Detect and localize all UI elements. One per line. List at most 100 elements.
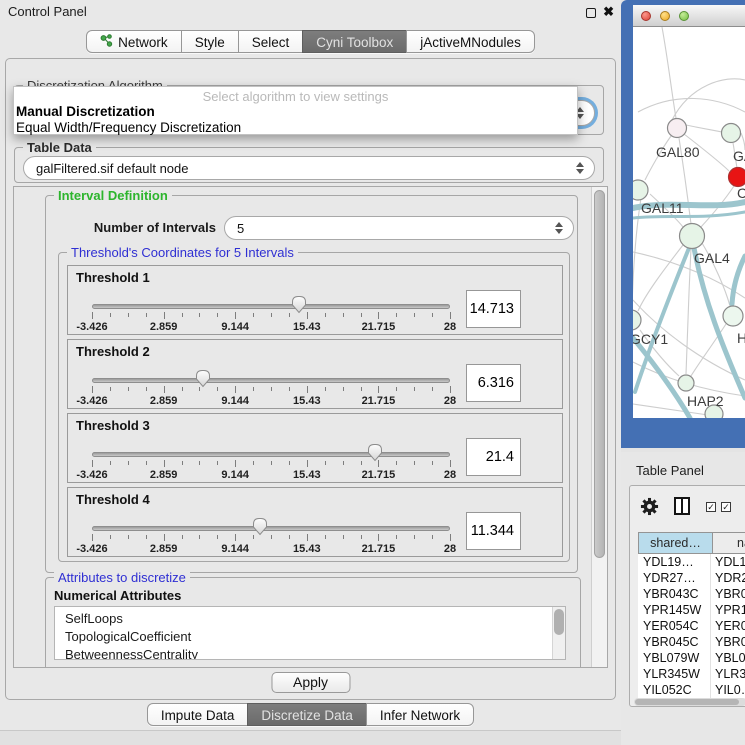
slider-thumb[interactable] <box>367 443 383 462</box>
threshold-value-field[interactable]: 14.713 <box>466 290 521 328</box>
slider-tick <box>289 313 290 317</box>
slider-track[interactable] <box>92 378 450 383</box>
slider-thumb[interactable] <box>252 517 268 536</box>
cell-shared-name: YBR045C <box>638 634 711 650</box>
cell-name: YBR0… <box>711 586 745 602</box>
table-row[interactable]: YDL19…YDL1… <box>638 554 745 570</box>
slider-track[interactable] <box>92 304 450 309</box>
tab-label: Impute Data <box>161 706 235 726</box>
slider-thumb[interactable] <box>195 369 211 388</box>
tab-select[interactable]: Select <box>238 30 304 53</box>
cell-shared-name: YIL052C <box>638 682 711 698</box>
slider-tick-label: 15.43 <box>277 395 337 407</box>
tab-label: Style <box>195 33 225 53</box>
network-icon <box>100 33 113 53</box>
table-hscrollbar[interactable] <box>634 698 745 706</box>
threshold-label: Threshold 4 <box>76 492 150 507</box>
node-gal4[interactable] <box>680 224 705 249</box>
node-gal11[interactable] <box>633 180 648 200</box>
table-row[interactable]: YBR045CYBR0… <box>638 634 745 650</box>
slider-tick <box>217 387 218 391</box>
network-window-titlebar <box>633 5 745 27</box>
slider-tick <box>396 535 397 539</box>
table-header-row: shared… na <box>638 532 745 554</box>
slider-tick <box>307 386 308 393</box>
table-row[interactable]: YBL079WYBL0… <box>638 650 745 666</box>
minimize-window-icon[interactable] <box>660 11 670 21</box>
tab-style[interactable]: Style <box>181 30 239 53</box>
column-header-shared[interactable]: shared… <box>638 532 712 554</box>
tab-jactivemnodules[interactable]: jActiveMNodules <box>406 30 535 53</box>
attribute-item[interactable]: TopologicalCoefficient <box>55 628 565 646</box>
interval-definition-title: Interval Definition <box>54 188 172 203</box>
node-h[interactable] <box>723 306 743 326</box>
column-settings-icon[interactable] <box>674 497 690 515</box>
slider-tick <box>146 535 147 539</box>
threshold-value-field[interactable]: 11.344 <box>466 512 521 550</box>
attribute-item[interactable]: BetweennessCentrality <box>55 646 565 660</box>
apply-button[interactable]: Apply <box>271 672 350 693</box>
tab-infer-network[interactable]: Infer Network <box>366 703 474 726</box>
column-header-name[interactable]: na <box>712 532 745 554</box>
node-labels: GAL80 GA C GAL11 GAL4 GCY1 H HAP2 <box>633 144 745 409</box>
tab-label: Infer Network <box>380 706 460 726</box>
node-top-right[interactable] <box>722 124 741 143</box>
slider-tick <box>199 461 200 465</box>
settings-scroll-panel: Interval Definition Number of Intervals … <box>13 186 608 668</box>
slider-tick <box>450 534 451 541</box>
table-row[interactable]: YPR145WYPR1… <box>638 602 745 618</box>
label-ga: GA <box>733 148 745 164</box>
slider-tick <box>325 535 326 539</box>
slider-track[interactable] <box>92 452 450 457</box>
slider-track[interactable] <box>92 526 450 531</box>
node-hap2[interactable] <box>678 375 694 391</box>
table-row[interactable]: YDR27…YDR2… <box>638 570 745 586</box>
tab-impute-data[interactable]: Impute Data <box>147 703 249 726</box>
algorithm-option[interactable]: Manual Discretization <box>14 104 577 120</box>
node-selected-red[interactable] <box>729 168 745 187</box>
gear-icon[interactable] <box>640 497 659 516</box>
float-panel-icon[interactable] <box>586 8 596 18</box>
close-window-icon[interactable] <box>641 11 651 21</box>
slider-tick <box>110 461 111 465</box>
slider-thumb[interactable] <box>291 295 307 314</box>
slider-tick-label: 9.144 <box>205 321 265 333</box>
tab-cyni-toolbox[interactable]: Cyni Toolbox <box>302 30 407 53</box>
slider-tick <box>396 461 397 465</box>
settings-scrollbar[interactable] <box>591 187 607 667</box>
threshold-value-field[interactable]: 6.316 <box>466 364 521 402</box>
threshold-panel-1: Threshold 1-3.4262.8599.14415.4321.71528… <box>67 265 563 335</box>
node-gcy1[interactable] <box>633 310 641 330</box>
numerical-attributes-heading: Numerical Attributes <box>54 588 181 603</box>
slider-tick-label: 21.715 <box>348 543 408 555</box>
tab-discretize-data[interactable]: Discretize Data <box>247 703 367 726</box>
slider-tick <box>432 461 433 465</box>
number-of-intervals-value: 5 <box>237 217 244 241</box>
table-data-select[interactable]: galFiltered.sif default node <box>23 156 595 180</box>
zoom-window-icon[interactable] <box>679 11 689 21</box>
attribute-item[interactable]: SelfLoops <box>55 610 565 628</box>
table-row[interactable]: YER054CYER0… <box>638 618 745 634</box>
label-gal11: GAL11 <box>641 200 684 216</box>
tab-label: Select <box>252 33 290 53</box>
attributes-scrollbar[interactable] <box>552 607 565 659</box>
window-bottom-edge <box>0 730 621 745</box>
table-data-title: Table Data <box>23 140 96 155</box>
close-panel-icon[interactable]: ✖ <box>603 4 614 20</box>
network-canvas[interactable]: GAL80 GA C GAL11 GAL4 GCY1 H HAP2 <box>633 27 745 418</box>
tab-network[interactable]: Network <box>86 30 182 53</box>
algorithm-option[interactable]: Equal Width/Frequency Discretization <box>14 120 577 136</box>
threshold-value-field[interactable]: 21.4 <box>466 438 521 476</box>
cell-shared-name: YBL079W <box>638 650 711 666</box>
tab-label: Discretize Data <box>261 706 353 726</box>
checkbox-icon[interactable]: ✓ <box>706 502 716 512</box>
slider-tick <box>396 313 397 317</box>
slider-tick-label: 2.859 <box>134 469 194 481</box>
number-of-intervals-select[interactable]: 5 <box>224 216 574 240</box>
checkbox-icon[interactable]: ✓ <box>721 502 731 512</box>
table-row[interactable]: YIL052CYIL0… <box>638 682 745 698</box>
table-row[interactable]: YBR043CYBR0… <box>638 586 745 602</box>
node-gal80[interactable] <box>668 119 687 138</box>
control-panel-titlebar: Control Panel ✖ <box>0 0 621 24</box>
table-row[interactable]: YLR345WYLR3… <box>638 666 745 682</box>
